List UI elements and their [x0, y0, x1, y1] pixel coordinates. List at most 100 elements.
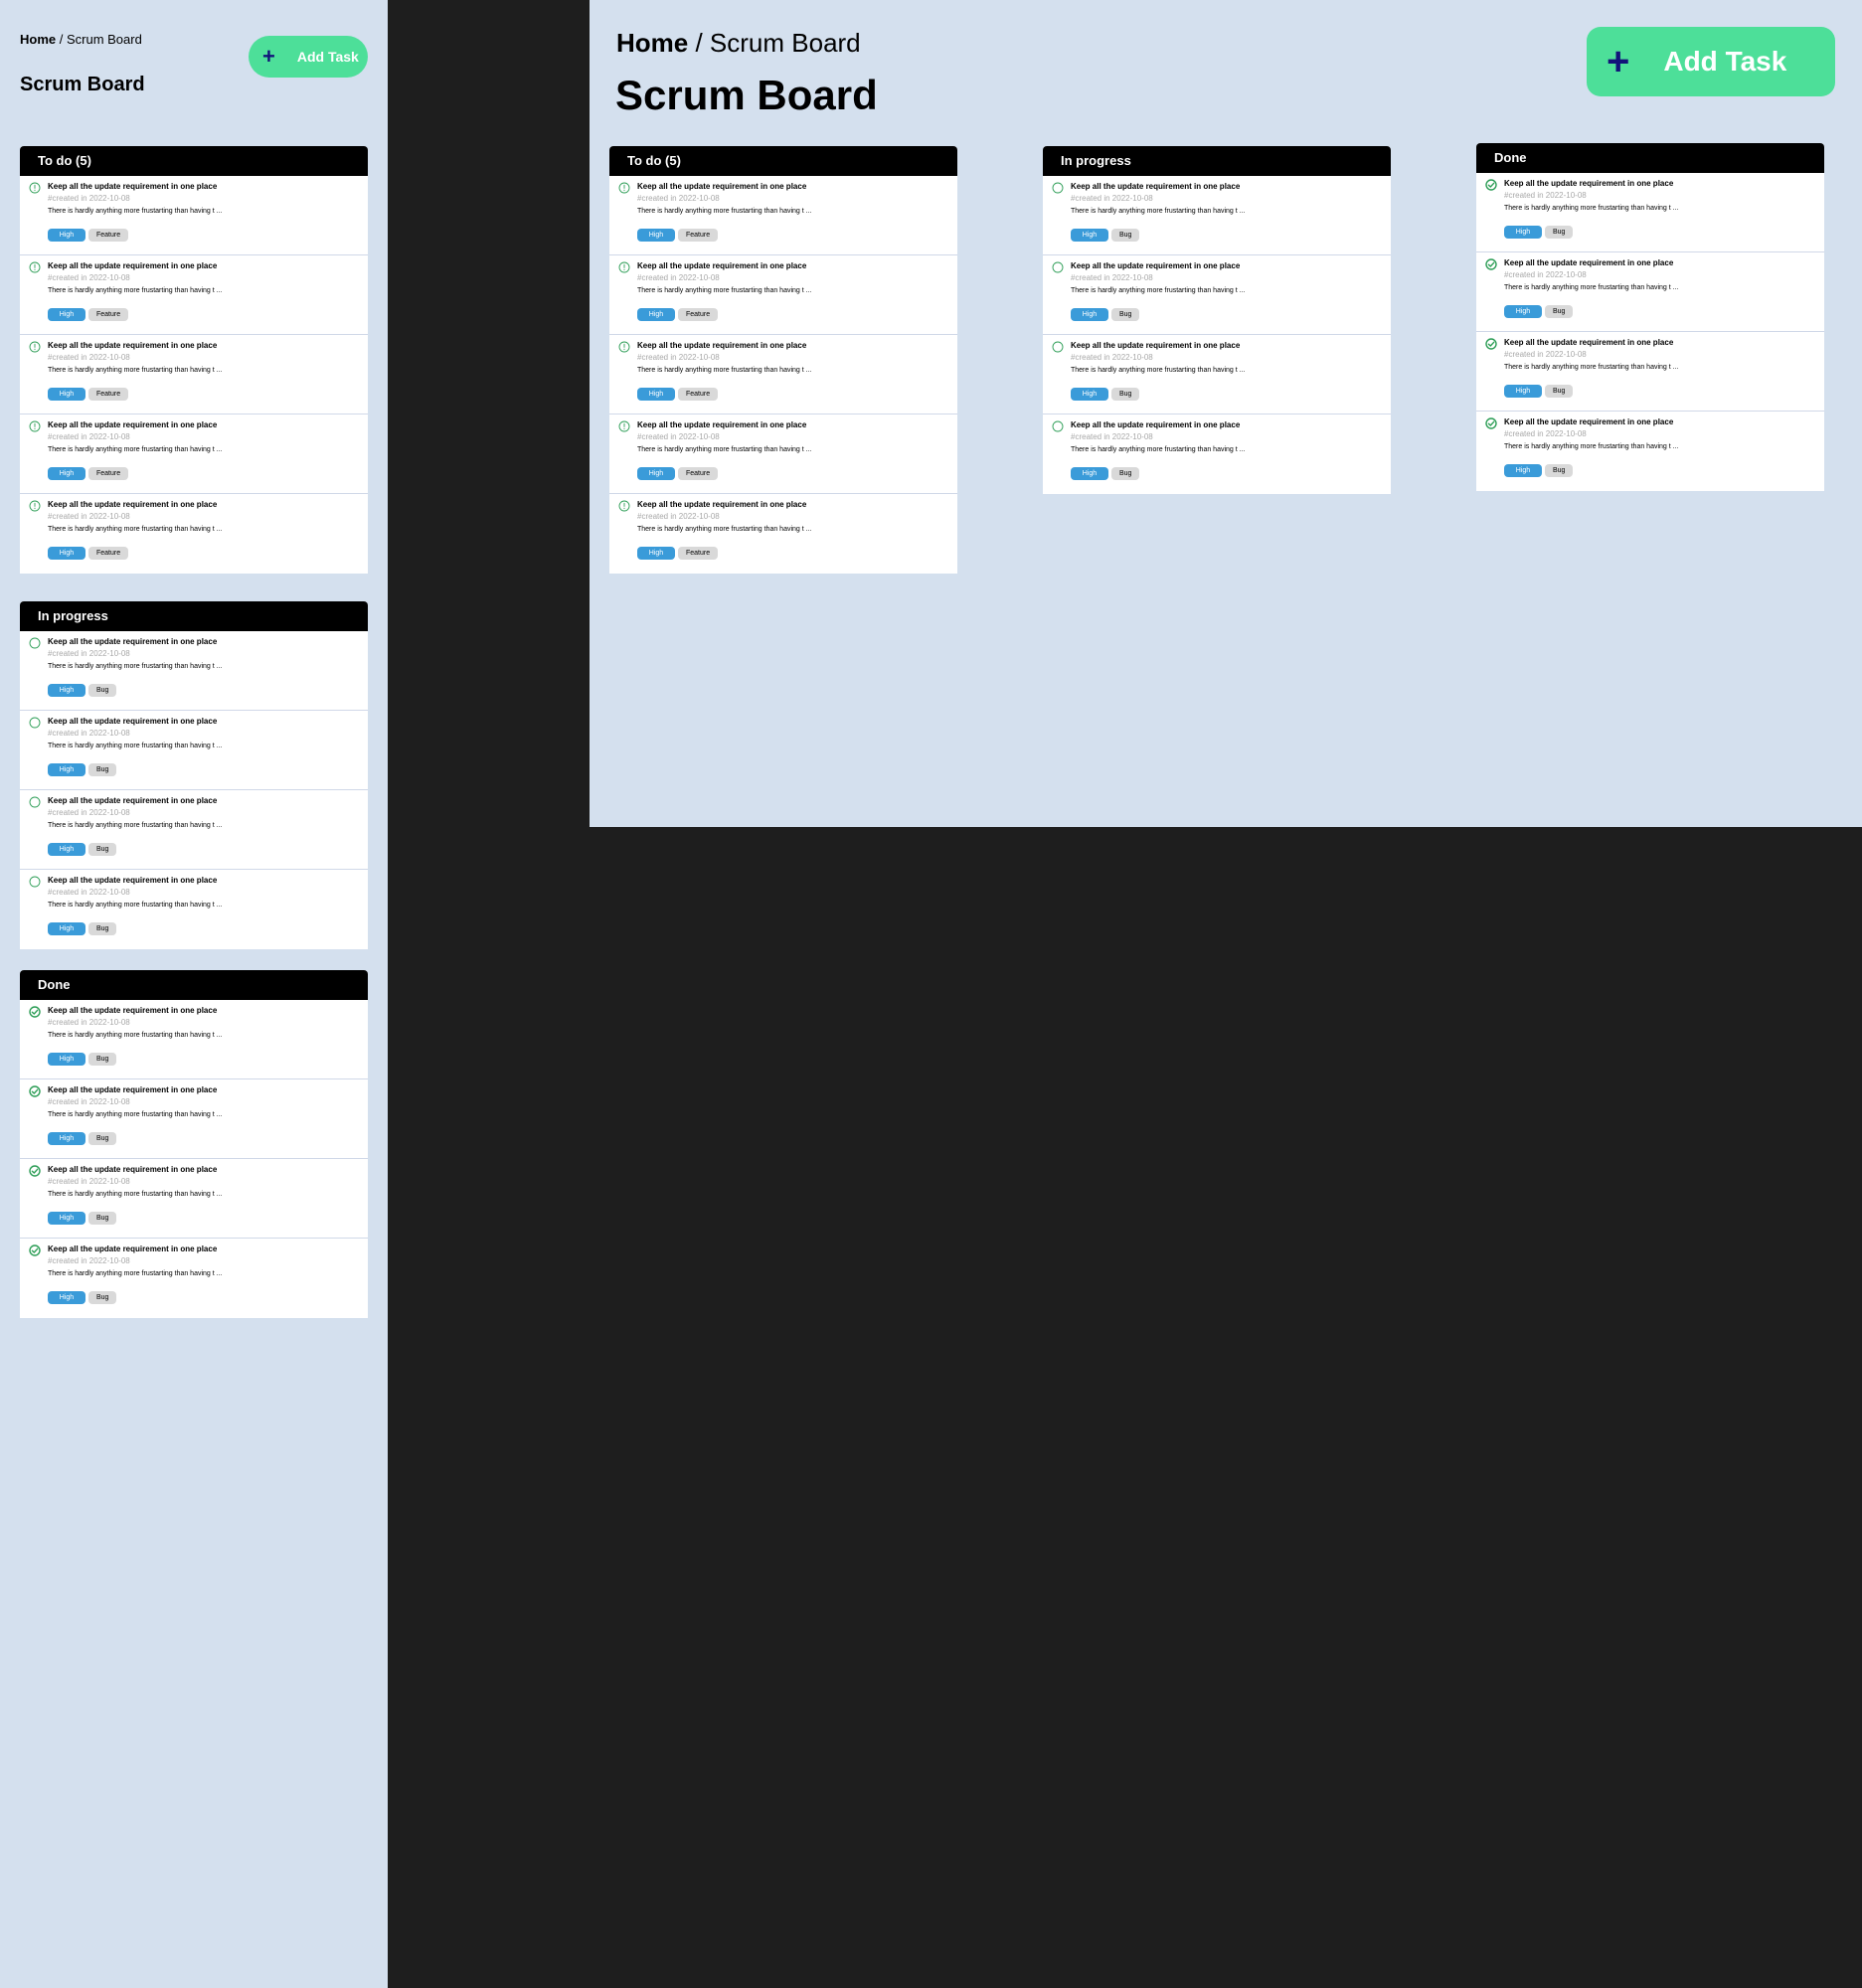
task-card[interactable]: Keep all the update requirement in one p… — [1043, 255, 1391, 335]
open-circle-icon[interactable] — [1052, 181, 1064, 194]
task-card[interactable]: Keep all the update requirement in one p… — [609, 255, 957, 335]
pending-icon[interactable] — [618, 419, 630, 432]
task-description: There is hardly anything more frustartin… — [1504, 284, 1679, 291]
task-card[interactable]: Keep all the update requirement in one p… — [1043, 335, 1391, 414]
breadcrumb-current: Scrum Board — [66, 32, 142, 47]
task-created-date: #created in 2022-10-08 — [1504, 350, 1587, 359]
pending-icon[interactable] — [618, 260, 630, 273]
task-card[interactable]: Keep all the update requirement in one p… — [609, 414, 957, 494]
priority-badge: High — [637, 547, 675, 560]
type-badge: Bug — [88, 763, 117, 776]
task-created-date: #created in 2022-10-08 — [48, 432, 130, 441]
column-header: To do (5) — [609, 146, 957, 176]
task-created-date: #created in 2022-10-08 — [1504, 191, 1587, 200]
column-header: Done — [20, 970, 368, 1000]
pending-icon[interactable] — [29, 260, 41, 273]
type-badge: Bug — [88, 1053, 117, 1066]
task-card[interactable]: Keep all the update requirement in one p… — [1476, 252, 1824, 332]
task-card[interactable]: Keep all the update requirement in one p… — [20, 1079, 368, 1159]
task-card[interactable]: Keep all the update requirement in one p… — [609, 176, 957, 255]
task-card[interactable]: Keep all the update requirement in one p… — [1043, 176, 1391, 255]
task-tags: High Feature — [637, 388, 719, 401]
priority-badge: High — [637, 467, 675, 480]
task-card[interactable]: Keep all the update requirement in one p… — [20, 711, 368, 790]
open-circle-icon[interactable] — [1052, 260, 1064, 273]
task-tags: High Feature — [637, 467, 719, 480]
task-card[interactable]: Keep all the update requirement in one p… — [1043, 414, 1391, 494]
task-tags: High Feature — [48, 308, 129, 321]
pending-icon[interactable] — [29, 499, 41, 512]
pending-icon[interactable] — [29, 181, 41, 194]
task-created-date: #created in 2022-10-08 — [637, 353, 720, 362]
task-card[interactable]: Keep all the update requirement in one p… — [1476, 332, 1824, 412]
task-card[interactable]: Keep all the update requirement in one p… — [20, 631, 368, 711]
task-card[interactable]: Keep all the update requirement in one p… — [20, 870, 368, 949]
check-circle-icon[interactable] — [1485, 416, 1497, 429]
task-card[interactable]: Keep all the update requirement in one p… — [20, 176, 368, 255]
task-card[interactable]: Keep all the update requirement in one p… — [1476, 412, 1824, 491]
check-circle-icon[interactable] — [29, 1243, 41, 1256]
task-title: Keep all the update requirement in one p… — [48, 341, 218, 350]
task-created-date: #created in 2022-10-08 — [48, 649, 130, 658]
priority-badge: High — [48, 308, 85, 321]
open-circle-icon[interactable] — [29, 795, 41, 808]
task-tags: High Feature — [48, 229, 129, 242]
task-card[interactable]: Keep all the update requirement in one p… — [20, 1239, 368, 1318]
check-circle-icon[interactable] — [1485, 178, 1497, 191]
task-created-date: #created in 2022-10-08 — [637, 194, 720, 203]
task-card[interactable]: Keep all the update requirement in one p… — [20, 1159, 368, 1239]
pending-icon[interactable] — [618, 340, 630, 353]
breadcrumb-home-link[interactable]: Home — [616, 28, 688, 58]
task-card[interactable]: Keep all the update requirement in one p… — [20, 790, 368, 870]
open-circle-icon[interactable] — [29, 875, 41, 888]
type-badge: Feature — [678, 547, 719, 560]
task-created-date: #created in 2022-10-08 — [637, 273, 720, 282]
open-circle-icon[interactable] — [29, 636, 41, 649]
task-description: There is hardly anything more frustartin… — [1504, 364, 1679, 371]
task-title: Keep all the update requirement in one p… — [1071, 341, 1241, 350]
type-badge: Bug — [1545, 226, 1574, 239]
priority-badge: High — [1071, 388, 1108, 401]
breadcrumb-home-link[interactable]: Home — [20, 32, 56, 47]
task-title: Keep all the update requirement in one p… — [1504, 417, 1674, 426]
task-card[interactable]: Keep all the update requirement in one p… — [609, 335, 957, 414]
check-circle-icon[interactable] — [29, 1005, 41, 1018]
task-card[interactable]: Keep all the update requirement in one p… — [609, 494, 957, 574]
pending-icon[interactable] — [618, 499, 630, 512]
task-card[interactable]: Keep all the update requirement in one p… — [20, 335, 368, 414]
task-tags: High Bug — [1071, 229, 1140, 242]
task-card[interactable]: Keep all the update requirement in one p… — [20, 1000, 368, 1079]
task-card[interactable]: Keep all the update requirement in one p… — [20, 494, 368, 574]
add-task-button[interactable]: + Add Task — [1587, 27, 1835, 96]
open-circle-icon[interactable] — [1052, 419, 1064, 432]
priority-badge: High — [48, 229, 85, 242]
open-circle-icon[interactable] — [29, 716, 41, 729]
check-circle-icon[interactable] — [29, 1084, 41, 1097]
check-circle-icon[interactable] — [1485, 337, 1497, 350]
task-card[interactable]: Keep all the update requirement in one p… — [20, 414, 368, 494]
pending-icon[interactable] — [29, 419, 41, 432]
task-title: Keep all the update requirement in one p… — [1504, 338, 1674, 347]
task-card[interactable]: Keep all the update requirement in one p… — [1476, 173, 1824, 252]
check-circle-icon[interactable] — [29, 1164, 41, 1177]
task-description: There is hardly anything more frustartin… — [1071, 367, 1246, 374]
add-task-label: Add Task — [296, 49, 359, 65]
type-badge: Bug — [1111, 388, 1140, 401]
type-badge: Bug — [88, 843, 117, 856]
priority-badge: High — [48, 922, 85, 935]
task-created-date: #created in 2022-10-08 — [48, 808, 130, 817]
task-description: There is hardly anything more frustartin… — [637, 526, 812, 533]
pending-icon[interactable] — [618, 181, 630, 194]
type-badge: Feature — [678, 388, 719, 401]
check-circle-icon[interactable] — [1485, 257, 1497, 270]
task-created-date: #created in 2022-10-08 — [1504, 270, 1587, 279]
column-header: In progress — [1043, 146, 1391, 176]
task-tags: High Bug — [48, 1291, 117, 1304]
task-description: There is hardly anything more frustartin… — [1504, 205, 1679, 212]
task-card[interactable]: Keep all the update requirement in one p… — [20, 255, 368, 335]
task-tags: High Bug — [1071, 308, 1140, 321]
pending-icon[interactable] — [29, 340, 41, 353]
open-circle-icon[interactable] — [1052, 340, 1064, 353]
add-task-button[interactable]: + Add Task — [249, 36, 368, 78]
column-todo: To do (5) Keep all the update requiremen… — [20, 146, 368, 574]
